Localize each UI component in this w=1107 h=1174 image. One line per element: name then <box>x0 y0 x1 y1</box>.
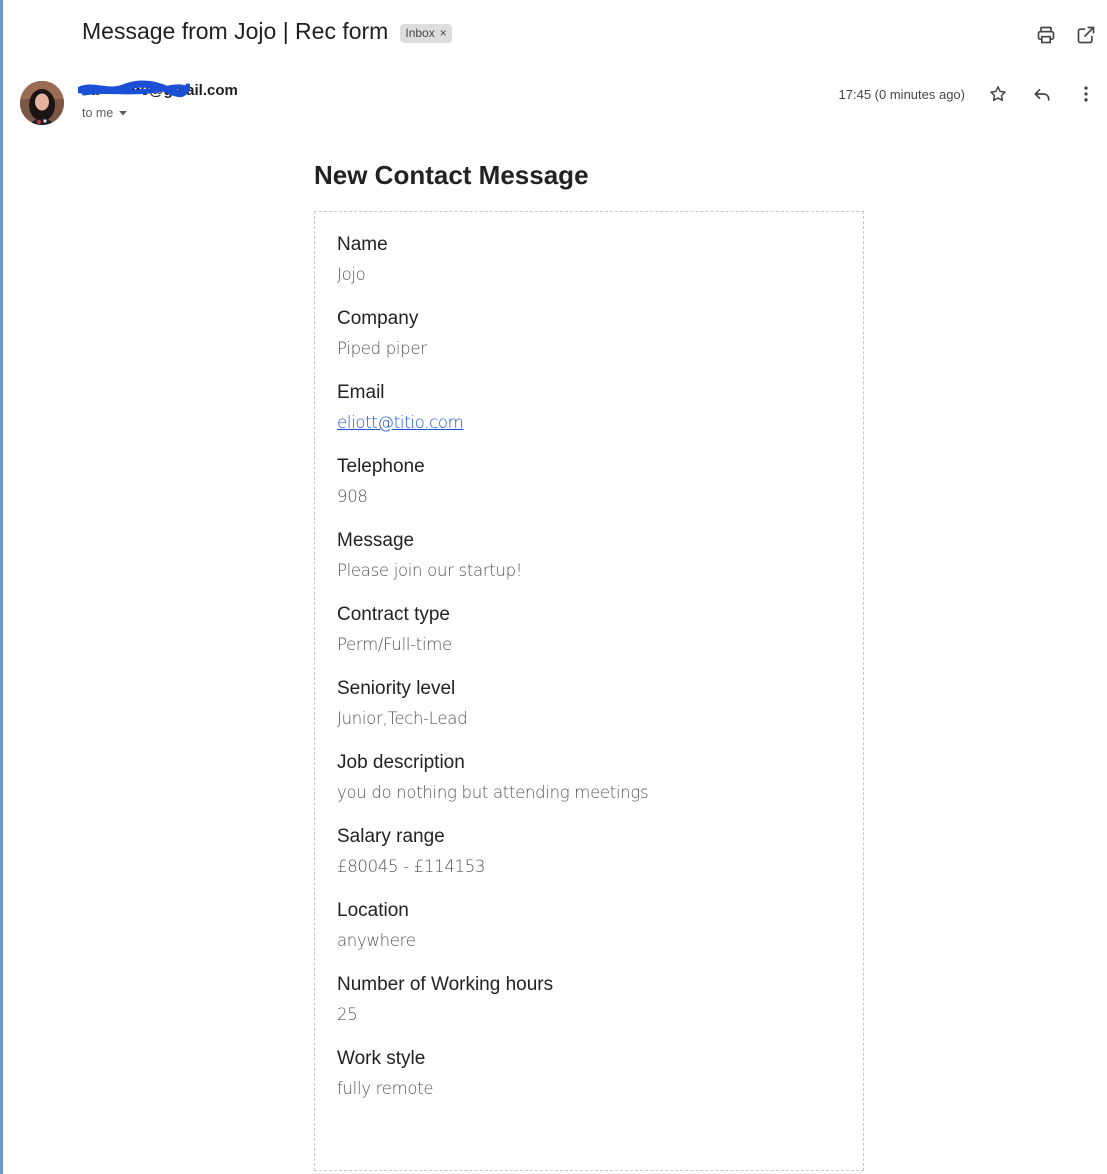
field-label: Work style <box>337 1048 426 1069</box>
field-company: Company Piped piper <box>337 308 841 359</box>
message-meta: 17:45 (0 minutes ago) <box>839 83 1097 105</box>
field-value: Piped piper <box>337 339 427 358</box>
field-label: Telephone <box>337 456 425 477</box>
field-value: Jojo <box>337 265 366 284</box>
field-message: Message Please join our startup! <box>337 530 841 581</box>
field-job-description: Job description you do nothing but atten… <box>337 752 841 803</box>
recipient-details-toggle[interactable]: to me <box>82 106 238 120</box>
contact-form-details: Name Jojo Company Piped piper Email elio… <box>314 211 864 1171</box>
field-telephone: Telephone 908 <box>337 456 841 507</box>
field-label: Salary range <box>337 826 445 847</box>
field-label: Seniority level <box>337 678 456 699</box>
field-value: Junior,Tech-Lead <box>337 709 468 728</box>
field-name: Name Jojo <box>337 234 841 285</box>
field-location: Location anywhere <box>337 900 841 951</box>
chevron-down-icon <box>119 111 128 116</box>
sender-block: ca••••••••0@gmail.com to me <box>78 80 238 120</box>
field-label: Message <box>337 530 415 551</box>
field-salary-range: Salary range £80045 - £114153 <box>337 826 841 877</box>
sender-avatar[interactable] <box>20 81 64 125</box>
more-vertical-icon[interactable] <box>1075 83 1097 105</box>
remove-label-button[interactable]: × <box>440 26 447 40</box>
field-value: 908 <box>337 487 368 506</box>
message-title: New Contact Message <box>314 160 589 190</box>
subject-row: Message from Jojo | Rec form Inbox × <box>82 18 452 45</box>
field-seniority-level: Seniority level Junior,Tech-Lead <box>337 678 841 729</box>
field-label: Job description <box>337 752 465 773</box>
field-label: Contract type <box>337 604 450 625</box>
window-left-edge <box>0 0 3 1174</box>
field-value: Please join our startup! <box>337 561 523 580</box>
field-value: £80045 - £114153 <box>337 857 486 876</box>
field-contract-type: Contract type Perm/Full-time <box>337 604 841 655</box>
field-value: anywhere <box>337 931 416 950</box>
star-icon[interactable] <box>987 83 1009 105</box>
inbox-label-chip[interactable]: Inbox × <box>400 23 452 43</box>
field-working-hours: Number of Working hours 25 <box>337 974 841 1025</box>
reply-icon[interactable] <box>1031 83 1053 105</box>
field-email: Email eliott@titio.com <box>337 382 841 433</box>
field-label: Email <box>337 382 385 403</box>
field-value: you do nothing but attending meetings <box>337 783 649 802</box>
recipient-text: to me <box>82 106 114 120</box>
print-icon[interactable] <box>1035 24 1057 46</box>
top-actions <box>1035 24 1097 46</box>
field-label: Company <box>337 308 419 329</box>
open-in-new-window-icon[interactable] <box>1075 24 1097 46</box>
message-timestamp: 17:45 (0 minutes ago) <box>838 86 965 102</box>
message-body: New Contact Message Name Jojo Company Pi… <box>314 160 864 1171</box>
field-value: fully remote <box>337 1079 434 1098</box>
field-work-style: Work style fully remote <box>337 1048 841 1099</box>
field-label: Number of Working hours <box>337 974 554 995</box>
redaction-scribble <box>78 80 190 98</box>
field-value: Perm/Full-time <box>337 635 452 654</box>
field-label: Name <box>337 234 388 255</box>
sender-email[interactable]: ca••••••••0@gmail.com <box>78 80 238 99</box>
email-link[interactable]: eliott@titio.com <box>337 413 841 433</box>
field-label: Location <box>337 900 409 921</box>
field-value: 25 <box>337 1005 358 1024</box>
label-name: Inbox <box>405 25 435 40</box>
email-subject: Message from Jojo | Rec form <box>82 18 389 44</box>
